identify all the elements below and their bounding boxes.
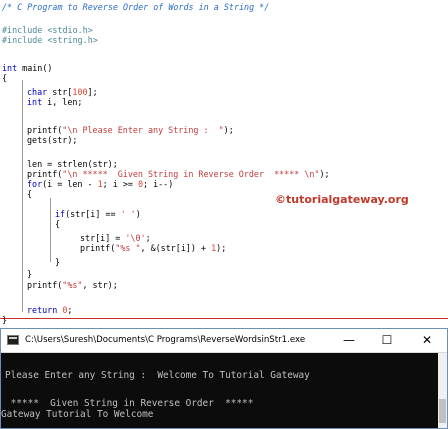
keyword: int [2,63,18,73]
code-decl-char: char str[100]; [27,87,98,97]
code-gets: gets(str); [27,135,78,145]
string-literal: "\n Please Enter any String : " [62,125,224,135]
watermark: ©tutorialgateway.org [275,193,409,206]
include-header: <string.h> [47,35,98,45]
console-scrollbar[interactable] [438,353,447,428]
scope-guide-main [22,80,23,312]
code-decl-int: int i, len; [27,97,82,107]
code-main-brace-close: } [2,315,8,325]
code-include-string: #include <string.h> [2,35,98,45]
code-main-brace-open: { [2,73,8,83]
code-text: ); [216,243,227,253]
code-for-brace-open: { [27,189,33,199]
code-text: ; i >= [102,179,138,189]
code-assign-null: str[i] = '\0'; [80,233,151,243]
code-text: printf( [80,243,116,253]
minimize-button[interactable]: — [337,330,361,351]
string-literal: ' ' [120,209,136,219]
scope-guide-for [50,198,51,262]
code-printf-word: printf("%s ", &(str[i]) + 1); [80,243,226,253]
code-text: , &(str[i]) + [140,243,212,253]
code-text: i, len; [42,97,83,107]
code-if: if(str[i] == ' ') [55,209,141,219]
code-text: str[i] = [80,233,126,243]
code-text: ); [223,125,234,135]
include-directive: #include [2,25,43,35]
console-output[interactable]: Please Enter any String : Welcome To Tut… [1,353,447,428]
string-literal: '\0' [125,233,146,243]
editor-separator-line [0,318,448,319]
string-literal: "%s " [115,243,141,253]
console-line: ***** Given String in Reverse Order ****… [5,398,254,409]
code-for-loop: for(i = len - 1; i >= 0; i--) [27,179,173,189]
code-printf-result: printf("%s", str); [27,280,118,290]
console-line: Please Enter any String : Welcome To Tut… [5,370,310,381]
code-text: ) [135,209,141,219]
code-if-brace-open: { [55,219,61,229]
code-text: main() [17,63,53,73]
code-text: ; [145,233,151,243]
scrollbar-thumb[interactable] [439,399,446,423]
console-titlebar[interactable]: C:\Users\Suresh\Documents\C Programs\Rev… [1,329,447,353]
code-text: ; [67,305,73,315]
include-directive: #include [2,35,43,45]
code-text: printf( [27,280,63,290]
code-text: (i = len - [42,179,98,189]
close-button[interactable]: ✕ [415,330,439,351]
code-main-signature: int main() [2,63,52,73]
code-text: printf( [27,169,63,179]
keyword: char [27,87,48,97]
code-text: , str); [82,280,118,290]
maximize-button[interactable]: ☐ [375,330,399,351]
code-if-brace-close: } [55,257,61,267]
console-app-icon[interactable] [7,335,19,345]
number-literal: 100 [72,87,88,97]
code-editor[interactable]: /* C Program to Reverse Order of Words i… [0,0,448,326]
window-title: C:\Users\Suresh\Documents\C Programs\Rev… [25,335,306,345]
keyword: return [27,305,58,315]
string-literal: "\n ***** Given String in Reverse Order … [62,169,320,179]
code-printf-header: printf("\n ***** Given String in Reverse… [27,169,330,179]
code-strlen: len = strlen(str); [27,159,118,169]
code-text: ]; [87,87,98,97]
code-printf-prompt: printf("\n Please Enter any String : "); [27,125,234,135]
string-literal: "%s" [62,280,83,290]
code-text: (str[i] == [65,209,121,219]
code-text: ); [319,169,330,179]
code-text: str[ [47,87,73,97]
keyword: for [27,179,43,189]
code-text: printf( [27,125,63,135]
include-header: <stdio.h> [47,25,93,35]
code-return: return 0; [27,305,72,315]
code-include-stdio: #include <stdio.h> [2,25,93,35]
keyword: if [55,209,66,219]
keyword: int [27,97,43,107]
code-text: ; i--) [143,179,174,189]
code-for-brace-close: } [27,269,33,279]
code-comment: /* C Program to Reverse Order of Words i… [2,2,270,12]
console-line: Gateway Tutorial To Welcome [1,409,154,420]
console-window[interactable]: C:\Users\Suresh\Documents\C Programs\Rev… [0,328,448,429]
